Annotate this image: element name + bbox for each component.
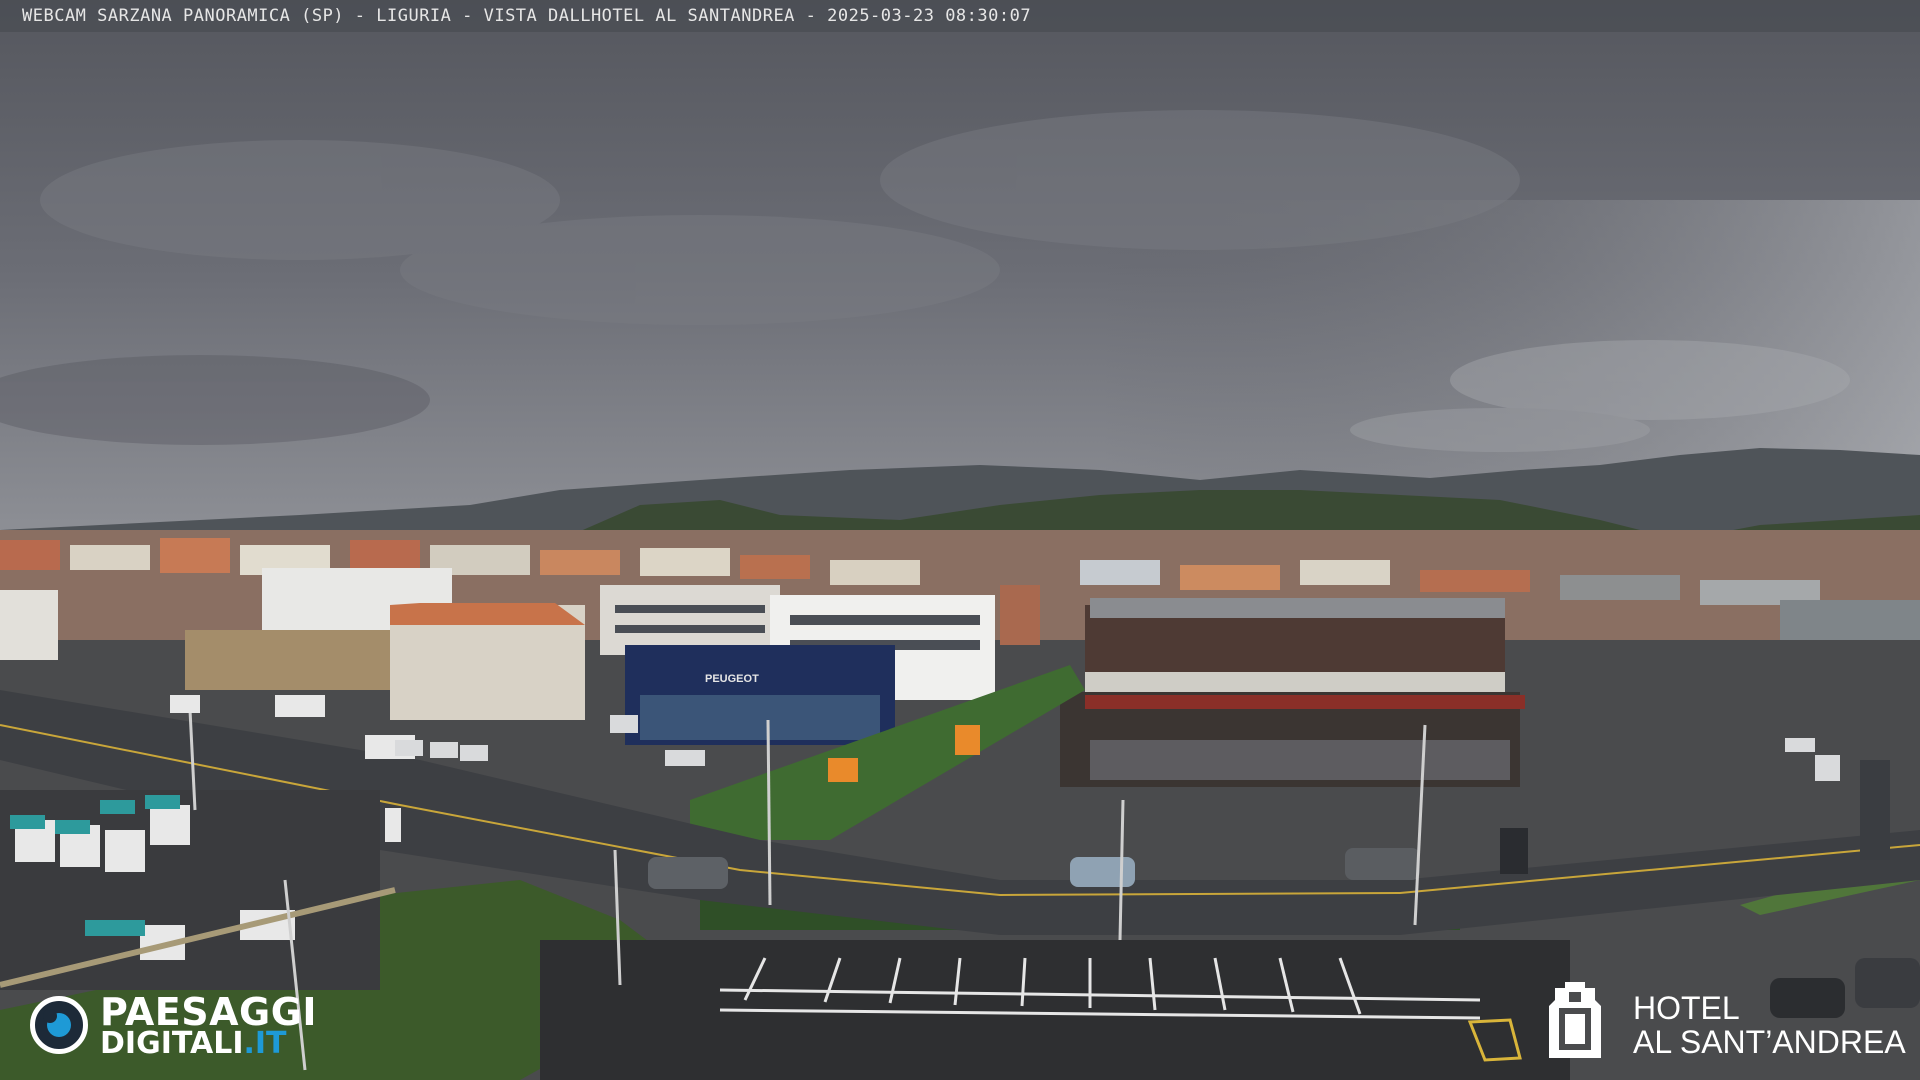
left-building [0, 590, 58, 660]
parking-lot [540, 940, 1570, 1080]
commercial-red-band [1085, 695, 1525, 709]
orange-roof [390, 603, 585, 625]
hotel-name-line2: AL SANT’ANDREA [1633, 1024, 1906, 1060]
logo-line2: DIGITALI.IT [100, 1026, 287, 1061]
commercial-glass [1090, 740, 1510, 780]
commercial-canopy [1085, 672, 1505, 694]
webcam-scene: PEUGEOT [0, 0, 1920, 1080]
commercial-roof [1090, 598, 1505, 618]
paesaggi-digitali-logo: PAESAGGI DIGITALI.IT [30, 990, 350, 1061]
hotel-logo: HOTEL AL SANT’ANDREA [1545, 980, 1915, 1070]
logo-line2-suffix: .IT [243, 1026, 287, 1061]
logo-line2-main: DIGITALI [100, 1026, 244, 1061]
eye-icon [30, 996, 88, 1054]
brick-building [1000, 585, 1040, 645]
shop-building [185, 630, 390, 690]
office-building [600, 585, 780, 655]
caption-bar: WEBCAM SARZANA PANORAMICA (SP) - LIGURIA… [0, 0, 1920, 32]
dealership-glass [640, 695, 880, 740]
hotel-name-line1: HOTEL [1633, 990, 1740, 1026]
peugeot-sign: PEUGEOT [705, 673, 759, 685]
webcam-caption: WEBCAM SARZANA PANORAMICA (SP) - LIGURIA… [22, 6, 1032, 26]
hotel-building-icon [1549, 982, 1601, 1058]
